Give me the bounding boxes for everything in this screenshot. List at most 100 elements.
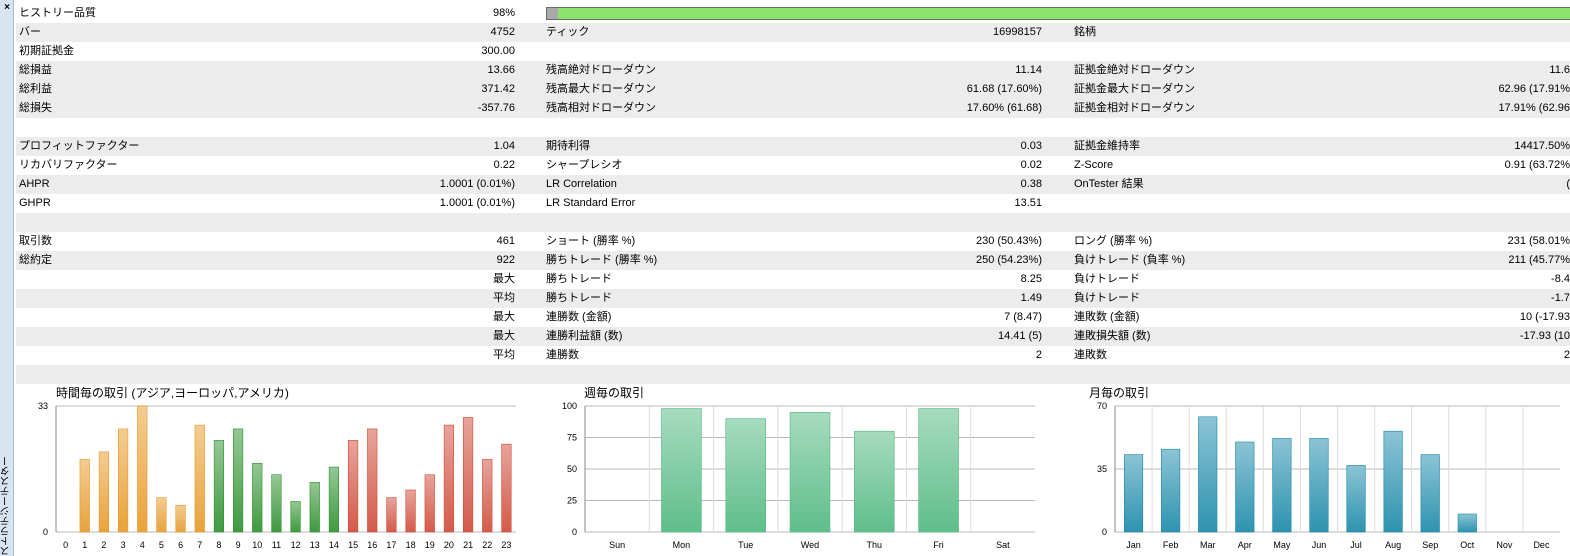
report-row: バー 4752 ティック 16998157 銘柄 [16, 23, 1570, 42]
chart-title: 週毎の取引 [584, 386, 645, 400]
row-value-3: -17.93 (10 [1519, 330, 1570, 342]
x-tick-label: 6 [178, 540, 183, 550]
row-value-2: 230 (50.43%) [975, 235, 1042, 247]
x-tick-label: Apr [1238, 540, 1252, 550]
report-row: 取引数 461 ショート (勝率 %) 230 (50.43%) ロング (勝率 %) 2… [16, 232, 1570, 251]
x-tick-label: 14 [329, 540, 339, 550]
row-label-3: OnTester 結果 [1074, 178, 1144, 190]
row-label-1: リカバリファクター [19, 159, 118, 171]
x-tick-label: 2 [101, 540, 106, 550]
bar [1457, 513, 1477, 533]
row-value-1: 最大 [493, 273, 515, 285]
y-tick-label: 0 [1102, 527, 1107, 537]
row-label-3: 銘柄 [1074, 26, 1096, 38]
row-label-1: プロフィットファクター [19, 140, 140, 152]
row-value-2: 1.49 [1020, 292, 1042, 304]
y-tick-label: 100 [562, 401, 577, 411]
report-row: AHPR 1.0001 (0.01%) LR Correlation 0.38 OnTe… [16, 175, 1570, 194]
x-tick-label: 8 [216, 540, 221, 550]
x-tick-label: 9 [236, 540, 241, 550]
row-value-1: 平均 [493, 349, 515, 361]
bar [1235, 441, 1255, 533]
history-quality-bar [546, 7, 1570, 20]
row-value-1: 平均 [493, 292, 515, 304]
bar [1383, 430, 1403, 533]
y-tick-label: 0 [572, 527, 577, 537]
bar [98, 451, 110, 533]
row-value-2: 8.25 [1020, 273, 1042, 285]
row-value-3: ( [1566, 178, 1570, 190]
x-tick-label: 10 [252, 540, 262, 550]
chart-title: 時間毎の取引 (アジア,ヨーロッパ,アメリカ) [56, 386, 289, 400]
x-tick-label: 7 [197, 540, 202, 550]
x-tick-label: Jun [1312, 540, 1327, 550]
row-label-3: 証拠金絶対ドローダウン [1074, 64, 1195, 76]
bar [424, 474, 435, 533]
report-row: プロフィットファクター 1.04 期待利得 0.03 証拠金維持率 14417.50% [16, 137, 1570, 156]
report-row: 平均 勝ちトレード 1.49 負けトレード -1.7 [16, 289, 1570, 308]
row-label-1: 取引数 [19, 235, 52, 247]
row-value-2: 250 (54.23%) [975, 254, 1042, 266]
row-label-3: 負けトレード (負率 %) [1074, 254, 1186, 266]
row-value-3: 211 (45.77% [1508, 254, 1570, 266]
x-tick-label: May [1273, 540, 1291, 550]
row-value-1: 922 [496, 254, 515, 266]
bar [1420, 454, 1440, 533]
bar [725, 418, 766, 533]
bar [347, 440, 359, 533]
history-quality-bar-missing [547, 8, 559, 19]
report-row: 総損益 13.66 残高絶対ドローダウン 11.14 証拠金絶対ドローダウン 11.6 [16, 61, 1570, 80]
x-tick-label: Oct [1460, 540, 1475, 550]
row-label-1: GHPR [19, 197, 51, 209]
report-row: 平均 連勝数 2 連敗数 2 [16, 346, 1570, 365]
hourly-trades-chart: 0 33 0 1 2 3 4 5 6 7 8 9 10 11 12 13 14 15 16 17 18 19 20 21 22 2… [16, 380, 526, 556]
y-tick-label: 50 [567, 464, 577, 474]
x-tick-label: Mar [1200, 540, 1216, 550]
bar [213, 440, 225, 533]
row-value-3: 14417.50% [1514, 140, 1570, 152]
x-tick-label: Fri [933, 540, 944, 550]
row-label-1: 総損益 [19, 64, 52, 76]
row-label-3: 証拠金維持率 [1074, 140, 1140, 152]
row-label-3: ロング (勝率 %) [1074, 235, 1153, 247]
bar [271, 474, 282, 533]
row-value-2: 0.02 [1020, 159, 1042, 171]
row-value-1: 4752 [490, 26, 515, 38]
x-tick-label: Tue [738, 540, 753, 550]
report-row [16, 118, 1570, 137]
report-row: 総利益 371.42 残高最大ドローダウン 61.68 (17.60%) 証拠金最大ドロ… [16, 80, 1570, 99]
close-icon[interactable]: × [1, 2, 13, 14]
bar [1161, 448, 1181, 533]
row-value-2: 16998157 [993, 26, 1042, 38]
x-tick-label: 15 [348, 540, 358, 550]
row-label-1: バー [19, 26, 41, 38]
bar [137, 405, 148, 533]
bar [328, 466, 340, 533]
row-value-1: 371.42 [481, 83, 515, 95]
y-tick-label: 35 [1097, 464, 1107, 474]
bar [661, 408, 702, 533]
window-vertical-title: ストラテジーテスター [1, 456, 12, 556]
report-row: 最大 連勝数 (金額) 7 (8.47) 連敗数 (金額) 10 (-17.93 [16, 308, 1570, 327]
history-quality-label: ヒストリー品質 [19, 7, 96, 19]
x-tick-label: Wed [801, 540, 819, 550]
chart-svg: 0330 1 2 3 4 5 6 7 8 9 10 11 12 13 14 15 16 17 18 19 20 21 22 2… [38, 401, 516, 550]
row-label-1: 総損失 [19, 102, 52, 114]
bar [386, 497, 397, 533]
x-tick-label: 21 [463, 540, 473, 550]
x-tick-label: 4 [140, 540, 145, 550]
x-tick-label: 23 [501, 540, 511, 550]
report-row: 総損失 -357.76 残高相対ドローダウン 17.60% (61.68) 証拠金相対ド… [16, 99, 1570, 118]
row-value-1: 461 [496, 235, 515, 247]
row-label-3: 連敗数 [1074, 349, 1107, 361]
row-value-3: -8.4 [1551, 273, 1570, 285]
x-tick-label: Sat [996, 540, 1010, 550]
row-value-2: 17.60% (61.68) [966, 102, 1042, 114]
x-tick-label: 20 [444, 540, 454, 550]
report-row: 最大 連勝利益額 (数) 14.41 (5) 連敗損失額 (数) -17.93 (10 [16, 327, 1570, 346]
x-tick-label: 0 [63, 540, 68, 550]
tester-side-strip: × ストラテジーテスター [0, 0, 14, 556]
row-value-2: 11.14 [1015, 64, 1042, 76]
row-value-1: 最大 [493, 311, 515, 323]
row-value-1: 13.66 [487, 64, 515, 76]
